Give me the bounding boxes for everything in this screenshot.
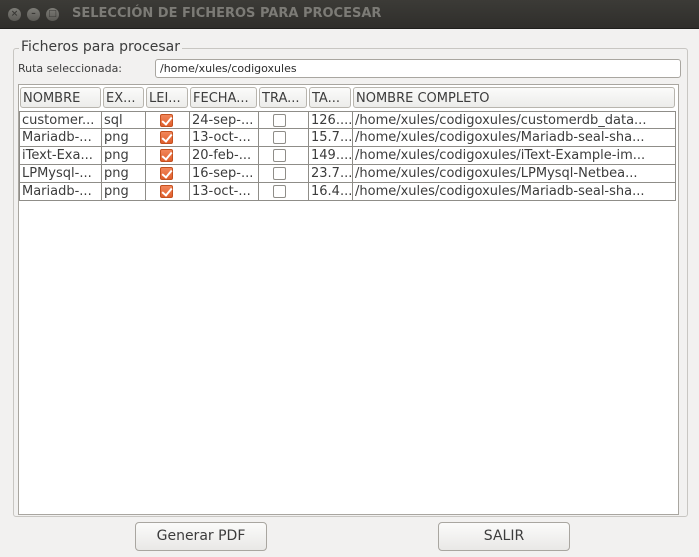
leido-checkbox[interactable] (160, 167, 173, 180)
cell-tamano: 126.... (309, 111, 353, 129)
cell-extension: png (102, 165, 146, 183)
cell-nombre-completo: /home/xules/codigoxules/Mariadb-seal-sha… (353, 129, 676, 147)
cell-tratado (259, 147, 309, 165)
cell-tratado (259, 183, 309, 201)
cell-extension: sql (102, 111, 146, 129)
leido-checkbox[interactable] (160, 114, 173, 127)
cell-extension: png (102, 129, 146, 147)
cell-nombre: LPMysql-... (19, 165, 102, 183)
leido-checkbox[interactable] (160, 149, 173, 162)
cell-nombre-completo: /home/xules/codigoxules/iText-Example-im… (353, 147, 676, 165)
cell-leido (146, 183, 190, 201)
tratado-checkbox[interactable] (273, 131, 286, 144)
table-row[interactable]: customer... sql 24-sep-... 126..../home/xul… (19, 111, 678, 129)
tratado-checkbox[interactable] (273, 185, 286, 198)
cell-fecha: 24-sep-... (190, 111, 259, 129)
cell-leido (146, 165, 190, 183)
header-tratado[interactable]: TRA... (259, 87, 307, 108)
cell-nombre: Mariadb-... (19, 129, 102, 147)
tratado-checkbox[interactable] (273, 114, 286, 127)
cell-fecha: 13-oct-... (190, 183, 259, 201)
cell-nombre: Mariadb-... (19, 183, 102, 201)
table-header: NOMBRE EX... LEI... FECHA... TRA... TA..… (19, 85, 678, 110)
leido-checkbox[interactable] (160, 185, 173, 198)
table-row[interactable]: iText-Exa... png 20-feb-... 149..../home/xu… (19, 147, 678, 165)
cell-leido (146, 111, 190, 129)
cell-tratado (259, 129, 309, 147)
files-table[interactable]: NOMBRE EX... LEI... FECHA... TRA... TA..… (18, 84, 679, 515)
header-leido[interactable]: LEI... (146, 87, 188, 108)
ruta-input[interactable]: /home/xules/codigoxules (155, 59, 681, 78)
cell-fecha: 20-feb-... (190, 147, 259, 165)
cell-fecha: 16-sep-... (190, 165, 259, 183)
cell-leido (146, 147, 190, 165)
header-extension[interactable]: EX... (103, 87, 144, 108)
minimize-icon[interactable]: – (27, 7, 40, 21)
header-fecha[interactable]: FECHA... (190, 87, 257, 108)
close-icon[interactable]: × (8, 7, 21, 21)
cell-tratado (259, 111, 309, 129)
header-tamano[interactable]: TA... (309, 87, 351, 108)
generar-pdf-button[interactable]: Generar PDF (135, 522, 267, 551)
table-row[interactable]: Mariadb-... png 13-oct-... 15.7.../home/xul… (19, 129, 678, 147)
cell-tratado (259, 165, 309, 183)
ruta-label: Ruta seleccionada: (18, 62, 123, 75)
cell-nombre-completo: /home/xules/codigoxules/customerdb_data.… (353, 111, 676, 129)
cell-nombre: customer... (19, 111, 102, 129)
cell-leido (146, 129, 190, 147)
cell-tamano: 23.7... (309, 165, 353, 183)
leido-checkbox[interactable] (160, 131, 173, 144)
cell-tamano: 15.7... (309, 129, 353, 147)
table-row[interactable]: Mariadb-... png 13-oct-... 16.4.../home/xul… (19, 183, 678, 201)
group-title: Ficheros para procesar (19, 39, 182, 55)
tratado-checkbox[interactable] (273, 167, 286, 180)
table-row[interactable]: LPMysql-... png 16-sep-... 23.7.../home/xul… (19, 165, 678, 183)
header-nombre[interactable]: NOMBRE (20, 87, 101, 108)
tratado-checkbox[interactable] (273, 149, 286, 162)
cell-nombre-completo: /home/xules/codigoxules/LPMysql-Netbea..… (353, 165, 676, 183)
window-title: SELECCIÓN DE FICHEROS PARA PROCESAR (72, 6, 382, 21)
header-nombre-completo[interactable]: NOMBRE COMPLETO (353, 87, 675, 108)
cell-fecha: 13-oct-... (190, 129, 259, 147)
cell-nombre-completo: /home/xules/codigoxules/Mariadb-seal-sha… (353, 183, 676, 201)
cell-tamano: 16.4... (309, 183, 353, 201)
cell-tamano: 149.... (309, 147, 353, 165)
maximize-icon[interactable]: □ (46, 7, 59, 21)
cell-extension: png (102, 183, 146, 201)
salir-button[interactable]: SALIR (438, 522, 570, 551)
cell-extension: png (102, 147, 146, 165)
cell-nombre: iText-Exa... (19, 147, 102, 165)
title-bar: × – □ SELECCIÓN DE FICHEROS PARA PROCESA… (0, 0, 699, 29)
